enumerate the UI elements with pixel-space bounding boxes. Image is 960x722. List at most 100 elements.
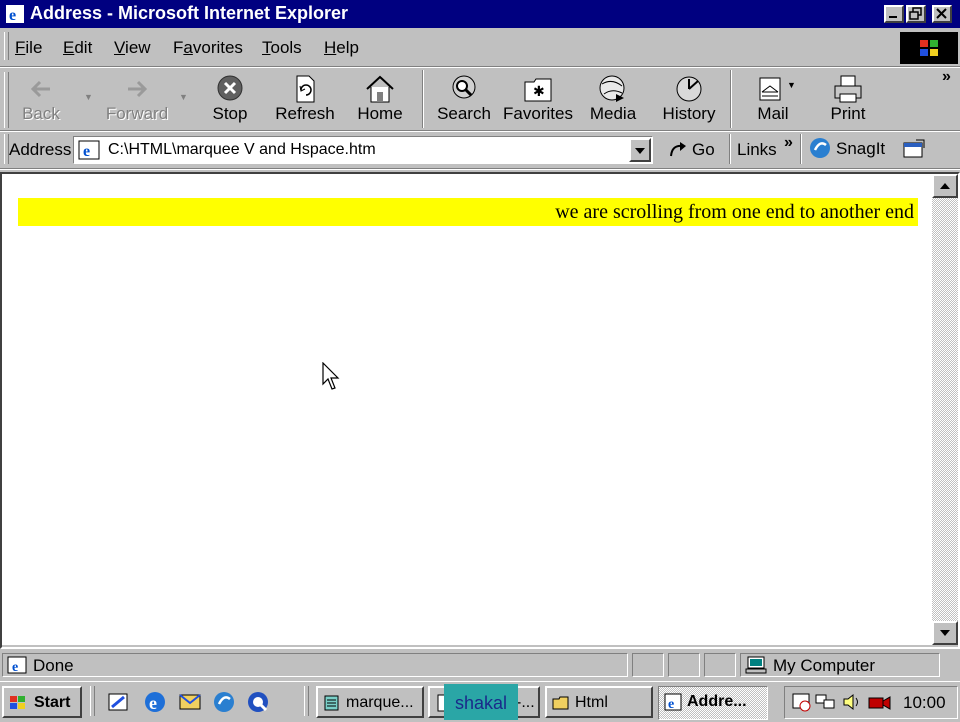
ie-logo-icon: e — [6, 5, 24, 24]
mail-dropdown-icon[interactable]: ▼ — [787, 80, 796, 90]
clock[interactable]: 10:00 — [903, 693, 946, 713]
address-label-text: Address — [9, 140, 72, 159]
taskbar-item-ie-active[interactable]: e Addre... — [658, 686, 768, 720]
windows-flag-icon — [10, 696, 25, 709]
quicklaunch-grip[interactable] — [90, 686, 95, 716]
menu-favorites[interactable]: Favorites — [173, 38, 243, 58]
page-ie-icon: e — [78, 140, 100, 160]
minimize-button[interactable] — [884, 5, 904, 23]
windows-flag-icon — [920, 40, 938, 56]
status-bar: e Done My Computer — [0, 651, 960, 681]
restore-icon — [909, 7, 922, 20]
menu-view[interactable]: View — [114, 38, 151, 58]
home-icon — [366, 75, 394, 103]
menu-edit[interactable]: Edit — [63, 38, 92, 58]
snagit-button[interactable]: SnagIt — [808, 136, 896, 162]
back-dropdown-icon[interactable]: ▼ — [84, 92, 93, 102]
system-tray: 10:00 — [784, 686, 958, 719]
taskbar-item-html[interactable]: Html — [545, 686, 653, 718]
search-label: Search — [437, 104, 491, 123]
page-done-icon: e — [7, 656, 27, 674]
scheduler-icon[interactable] — [791, 692, 813, 712]
svg-text:e: e — [149, 693, 157, 713]
forward-button[interactable]: Forward — [98, 74, 176, 126]
favorites-folder-icon: ✱ — [524, 78, 552, 102]
recording-camera-icon[interactable] — [867, 692, 893, 712]
menu-help[interactable]: Help — [324, 38, 359, 58]
folder-icon — [552, 696, 569, 710]
menu-accel: T — [262, 38, 271, 57]
back-button[interactable]: Back — [2, 74, 80, 126]
menu-accel: F — [15, 38, 26, 57]
favorites-button[interactable]: ✱ Favorites — [499, 74, 577, 126]
menu-accel: E — [63, 38, 75, 57]
print-label: Print — [830, 104, 866, 123]
menu-label: elp — [336, 38, 359, 57]
arrow-up-icon — [940, 183, 950, 189]
menu-label: ile — [25, 38, 43, 57]
menu-accel: a — [183, 38, 193, 57]
outlook-express-icon[interactable] — [178, 690, 202, 714]
arrow-down-icon — [940, 630, 950, 636]
print-button[interactable]: Print — [809, 74, 887, 126]
task-label: marque... — [346, 694, 414, 711]
address-dropdown-button[interactable] — [629, 138, 651, 162]
back-label: Back — [22, 104, 60, 123]
vertical-scrollbar[interactable] — [932, 174, 958, 645]
restore-button[interactable] — [906, 5, 926, 23]
mail-icon — [759, 77, 781, 101]
menu-grip[interactable] — [4, 32, 9, 60]
search-button[interactable]: Search — [425, 74, 503, 126]
menu-file[interactable]: File — [15, 38, 42, 58]
svg-text:✱: ✱ — [533, 83, 545, 99]
volume-speaker-icon[interactable] — [841, 692, 863, 712]
menu-tools[interactable]: Tools — [262, 38, 302, 58]
security-zone-panel: My Computer — [740, 653, 940, 677]
marquee-text: we are scrolling from one end to another… — [555, 201, 914, 223]
svg-text:e: e — [9, 7, 16, 24]
favorites-label: Favorites — [503, 104, 573, 123]
history-label: History — [662, 104, 716, 123]
history-button[interactable]: History — [650, 74, 728, 126]
home-button[interactable]: Home — [341, 74, 419, 126]
refresh-button[interactable]: Refresh — [266, 74, 344, 126]
links-chevron[interactable]: » — [784, 134, 793, 152]
network-icon[interactable] — [815, 692, 837, 712]
history-icon — [676, 76, 702, 102]
close-window-button[interactable] — [932, 5, 952, 23]
menu-label: iew — [125, 38, 151, 57]
web-page-content[interactable]: we are scrolling from one end to another… — [2, 174, 932, 645]
mail-button[interactable]: Mail — [734, 74, 812, 126]
svg-text:e: e — [12, 660, 18, 674]
links-button[interactable]: Links — [737, 140, 777, 160]
windows-logo-throbber — [900, 32, 958, 64]
forward-dropdown-icon[interactable]: ▼ — [179, 92, 188, 102]
scroll-down-button[interactable] — [932, 621, 958, 645]
menu-label: F — [173, 38, 184, 57]
task-label: Html — [575, 694, 608, 711]
taskbar-item-marquee[interactable]: marque... — [316, 686, 424, 718]
my-computer-icon — [745, 656, 767, 674]
internet-explorer-icon[interactable]: e — [143, 690, 167, 714]
start-button[interactable]: Start — [2, 686, 82, 718]
tasks-grip[interactable] — [304, 686, 309, 716]
stop-label: Stop — [212, 104, 248, 123]
stop-button[interactable]: Stop — [191, 74, 269, 126]
ie-page-icon: e — [664, 693, 682, 711]
window-capture-icon — [903, 139, 925, 158]
snagit-launch-icon[interactable] — [212, 690, 236, 714]
toolbar-chevron[interactable]: » — [942, 68, 951, 86]
close-icon — [936, 8, 947, 19]
scroll-up-button[interactable] — [932, 174, 958, 198]
media-button[interactable]: Media — [574, 74, 652, 126]
window-title: Address - Microsoft Internet Explorer — [30, 3, 349, 23]
status-text-panel: e Done — [2, 653, 628, 677]
refresh-icon — [296, 75, 315, 103]
search-icon — [452, 75, 476, 99]
quicktime-icon[interactable] — [246, 690, 270, 714]
address-input[interactable]: e C:\HTML\marquee V and Hspace.htm — [73, 136, 653, 164]
notepad-icon — [324, 695, 339, 711]
show-desktop-icon[interactable] — [106, 690, 130, 714]
title-bar[interactable]: e Address - Microsoft Internet Explorer — [0, 0, 960, 28]
snagit-window-button[interactable] — [902, 138, 926, 165]
